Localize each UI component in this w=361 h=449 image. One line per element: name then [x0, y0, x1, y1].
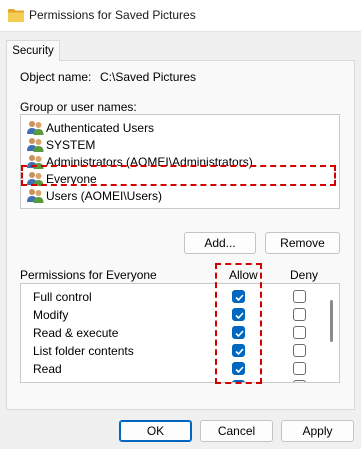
allow-checkbox[interactable] — [232, 380, 245, 382]
permission-row-name: List folder contents — [33, 344, 134, 358]
cancel-button[interactable]: Cancel — [200, 420, 273, 442]
users-icon — [27, 138, 44, 152]
list-item-label: Everyone — [46, 171, 97, 186]
list-item-label: SYSTEM — [46, 137, 96, 152]
list-item-label: Users (AOMEI\Users) — [46, 188, 163, 203]
list-item[interactable]: Authenticated Users — [27, 119, 154, 136]
allow-checkbox[interactable] — [232, 362, 245, 375]
users-icon — [27, 155, 44, 169]
allow-checkbox[interactable] — [232, 344, 245, 357]
allow-checkbox[interactable] — [232, 326, 245, 339]
checkmark-icon — [235, 312, 244, 320]
list-item[interactable]: Administrators (AOMEI\Administrators) — [27, 153, 253, 170]
object-name-label: Object name: — [20, 70, 92, 84]
list-item-selected[interactable]: Everyone — [27, 170, 97, 187]
add-button[interactable]: Add... — [184, 232, 256, 254]
list-item-label: Administrators (AOMEI\Administrators) — [46, 154, 253, 169]
deny-checkbox[interactable] — [293, 308, 306, 321]
users-icon — [27, 189, 44, 203]
permission-row-name: Read & execute — [33, 326, 119, 340]
permission-row-name: Read — [33, 362, 62, 376]
scrollbar-thumb[interactable] — [330, 300, 333, 342]
group-names-label: Group or user names: — [20, 100, 137, 114]
folder-icon — [8, 9, 24, 22]
checkmark-icon — [235, 366, 244, 374]
checkmark-icon — [235, 330, 244, 338]
deny-checkbox[interactable] — [293, 362, 306, 375]
list-item[interactable]: Users (AOMEI\Users) — [27, 187, 162, 204]
permission-row-name: Full control — [33, 290, 92, 304]
checkmark-icon — [235, 348, 244, 356]
remove-button[interactable]: Remove — [265, 232, 340, 254]
deny-checkbox[interactable] — [293, 290, 306, 303]
users-icon — [27, 172, 44, 186]
list-item-label: Authenticated Users — [46, 120, 155, 135]
deny-checkbox[interactable] — [293, 380, 306, 382]
allow-checkbox[interactable] — [232, 308, 245, 321]
permissions-list[interactable]: Full control Modify Read & execute List … — [20, 283, 340, 383]
title-bar: Permissions for Saved Pictures — [0, 0, 361, 32]
allow-checkbox[interactable] — [232, 290, 245, 303]
deny-checkbox[interactable] — [293, 326, 306, 339]
allow-header: Allow — [229, 268, 258, 282]
list-item[interactable]: SYSTEM — [27, 136, 95, 153]
permission-row-name: Modify — [33, 308, 69, 322]
ok-button[interactable]: OK — [119, 420, 192, 442]
window-title: Permissions for Saved Pictures — [29, 8, 196, 22]
permissions-label: Permissions for Everyone — [20, 268, 157, 282]
object-name-value: C:\Saved Pictures — [100, 70, 197, 84]
tab-security[interactable]: Security — [6, 40, 60, 61]
deny-header: Deny — [290, 268, 319, 282]
checkmark-icon — [235, 294, 244, 302]
apply-button[interactable]: Apply — [281, 420, 354, 442]
deny-checkbox[interactable] — [293, 344, 306, 357]
users-icon — [27, 121, 44, 135]
group-user-list[interactable]: Authenticated Users SYSTEM Administrator… — [20, 114, 340, 209]
